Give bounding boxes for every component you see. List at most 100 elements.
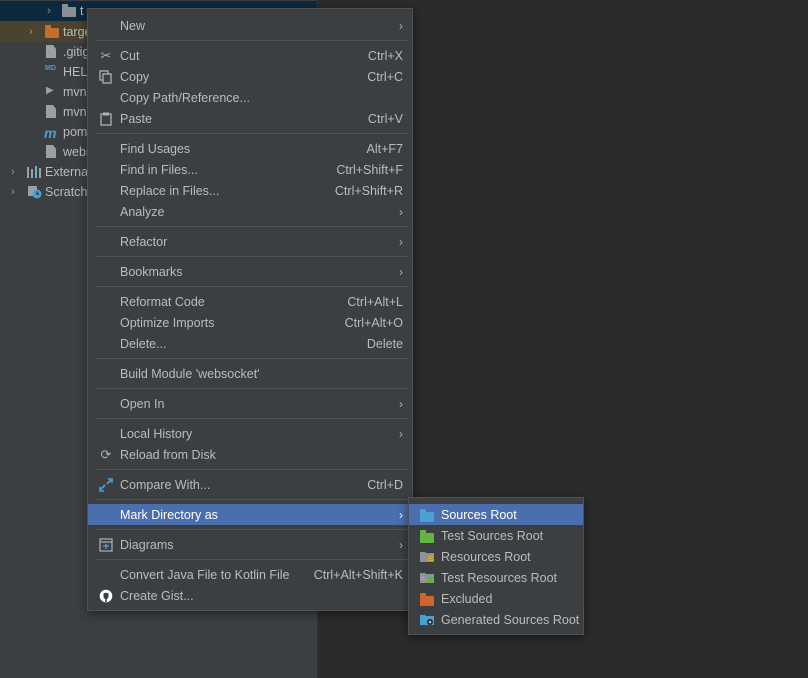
menu-item-bookmarks[interactable]: Bookmarks › <box>88 261 412 282</box>
menu-separator <box>96 40 409 41</box>
menu-item-shortcut: Ctrl+V <box>367 111 403 126</box>
menu-item-find-usages[interactable]: Find Usages Alt+F7 <box>88 138 412 159</box>
submenu-item-resources-root[interactable]: Resources Root <box>409 546 583 567</box>
tree-row-label: .gitig <box>63 45 90 59</box>
compare-icon <box>98 477 114 493</box>
menu-item-label: Resources Root <box>441 549 531 564</box>
menu-item-local-history[interactable]: Local History › <box>88 423 412 444</box>
tree-row-label: mvn <box>63 105 87 119</box>
menu-item-cut[interactable]: ✂ Cut Ctrl+X <box>88 45 412 66</box>
folder-icon <box>45 25 61 39</box>
menu-item-paste[interactable]: Paste Ctrl+V <box>88 108 412 129</box>
menu-item-shortcut: Ctrl+Shift+F <box>336 162 403 177</box>
menu-item-shortcut: Ctrl+D <box>367 477 403 492</box>
menu-item-create-gist[interactable]: Create Gist... <box>88 585 412 606</box>
file-icon <box>46 45 62 59</box>
menu-item-diagrams[interactable]: Diagrams › <box>88 534 412 555</box>
chevron-right-icon: › <box>399 507 403 522</box>
menu-separator <box>96 529 409 530</box>
github-icon <box>98 588 114 604</box>
submenu-item-generated-sources-root[interactable]: Generated Sources Root <box>409 609 583 630</box>
menu-item-shortcut: Ctrl+Shift+R <box>334 183 403 198</box>
menu-item-label: Analyze <box>120 204 165 219</box>
test-sources-folder-icon <box>419 528 435 544</box>
menu-item-replace-in-files[interactable]: Replace in Files... Ctrl+Shift+R <box>88 180 412 201</box>
menu-item-build-module[interactable]: Build Module 'websocket' <box>88 363 412 384</box>
scratches-icon <box>27 185 43 199</box>
menu-item-label: Excluded <box>441 591 493 606</box>
menu-item-mark-directory-as[interactable]: Mark Directory as › <box>88 504 412 525</box>
menu-item-label: Local History <box>120 426 193 441</box>
menu-item-new[interactable]: New › <box>88 15 412 36</box>
mark-directory-submenu: Sources Root Test Sources Root Resources… <box>408 497 584 635</box>
menu-separator <box>96 286 409 287</box>
chevron-right-icon[interactable]: › <box>21 26 41 38</box>
menu-item-shortcut: Ctrl+X <box>367 48 403 63</box>
menu-item-refactor[interactable]: Refactor › <box>88 231 412 252</box>
menu-item-shortcut: Ctrl+Alt+L <box>347 294 403 309</box>
menu-item-label: Create Gist... <box>120 588 194 603</box>
submenu-item-sources-root[interactable]: Sources Root <box>409 504 583 525</box>
chevron-right-icon[interactable]: › <box>39 5 59 17</box>
chevron-right-icon: › <box>399 264 403 279</box>
menu-item-shortcut: Delete <box>366 336 403 351</box>
menu-item-reformat-code[interactable]: Reformat Code Ctrl+Alt+L <box>88 291 412 312</box>
menu-item-label: Generated Sources Root <box>441 612 580 627</box>
menu-item-open-in[interactable]: Open In › <box>88 393 412 414</box>
menu-separator <box>96 133 409 134</box>
menu-item-label: Open In <box>120 396 165 411</box>
terminal-file-icon: ▶ <box>46 85 54 96</box>
menu-item-compare-with[interactable]: Compare With... Ctrl+D <box>88 474 412 495</box>
menu-item-label: Convert Java File to Kotlin File <box>120 567 290 582</box>
tree-row-label: External <box>45 165 91 179</box>
file-icon <box>46 145 62 159</box>
menu-item-optimize-imports[interactable]: Optimize Imports Ctrl+Alt+O <box>88 312 412 333</box>
menu-item-label: Test Sources Root <box>441 528 544 543</box>
menu-item-label: Refactor <box>120 234 168 249</box>
menu-item-label: Delete... <box>120 336 167 351</box>
menu-item-shortcut: Ctrl+Alt+O <box>344 315 403 330</box>
menu-item-label: Copy <box>120 69 150 84</box>
tree-row-label: pom <box>63 125 88 139</box>
library-icon <box>26 165 42 179</box>
menu-item-reload-from-disk[interactable]: ⟳ Reload from Disk <box>88 444 412 465</box>
menu-item-shortcut: Ctrl+C <box>367 69 403 84</box>
menu-item-label: Cut <box>120 48 140 63</box>
menu-item-label: Find in Files... <box>120 162 198 177</box>
menu-item-label: Build Module 'websocket' <box>120 366 260 381</box>
context-menu: New › ✂ Cut Ctrl+X Copy Ctrl+C Copy Path… <box>87 8 413 611</box>
clipboard-icon <box>98 111 114 127</box>
menu-item-label: Reformat Code <box>120 294 205 309</box>
chevron-right-icon: › <box>399 396 403 411</box>
chevron-right-icon: › <box>399 537 403 552</box>
menu-item-delete[interactable]: Delete... Delete <box>88 333 412 354</box>
menu-item-label: Reload from Disk <box>120 447 216 462</box>
menu-item-label: Paste <box>120 111 152 126</box>
chevron-right-icon[interactable]: › <box>3 166 23 178</box>
menu-item-label: Find Usages <box>120 141 191 156</box>
menu-item-copy-path[interactable]: Copy Path/Reference... <box>88 87 412 108</box>
menu-item-analyze[interactable]: Analyze › <box>88 201 412 222</box>
menu-item-label: Optimize Imports <box>120 315 215 330</box>
resources-folder-icon <box>419 549 435 565</box>
submenu-item-test-resources-root[interactable]: Test Resources Root <box>409 567 583 588</box>
menu-item-convert-java-to-kotlin[interactable]: Convert Java File to Kotlin File Ctrl+Al… <box>88 564 412 585</box>
generated-sources-folder-icon <box>419 612 435 628</box>
menu-separator <box>96 418 409 419</box>
submenu-item-test-sources-root[interactable]: Test Sources Root <box>409 525 583 546</box>
chevron-right-icon: › <box>399 234 403 249</box>
chevron-right-icon: › <box>399 426 403 441</box>
menu-item-label: Copy Path/Reference... <box>120 90 250 105</box>
menu-item-copy[interactable]: Copy Ctrl+C <box>88 66 412 87</box>
chevron-right-icon[interactable]: › <box>3 186 23 198</box>
folder-icon <box>62 4 78 18</box>
scissors-icon: ✂ <box>100 47 112 63</box>
tree-row-label: t <box>80 4 84 18</box>
menu-separator <box>96 559 409 560</box>
menu-item-find-in-files[interactable]: Find in Files... Ctrl+Shift+F <box>88 159 412 180</box>
menu-separator <box>96 358 409 359</box>
menu-item-label: Replace in Files... <box>120 183 220 198</box>
submenu-item-excluded[interactable]: Excluded <box>409 588 583 609</box>
menu-separator <box>96 388 409 389</box>
reload-icon: ⟳ <box>100 446 112 462</box>
